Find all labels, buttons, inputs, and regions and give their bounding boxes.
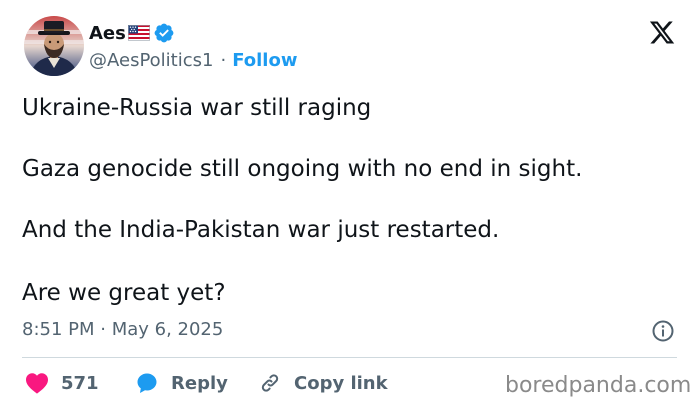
follow-button[interactable]: Follow	[232, 50, 297, 71]
reply-bubble-icon	[137, 373, 157, 393]
like-button[interactable]: 571	[25, 369, 99, 397]
author-name-row: Aes	[89, 20, 175, 46]
verified-badge-icon[interactable]	[153, 22, 175, 44]
info-icon[interactable]	[651, 319, 675, 343]
heart-icon	[26, 373, 48, 394]
us-flag-icon	[127, 25, 150, 41]
avatar[interactable]	[24, 16, 84, 76]
watermark: boredpanda.com	[505, 373, 692, 398]
tweet-text-line-3: And the India-Pakistan war just restarte…	[22, 217, 500, 243]
tweet-timestamp[interactable]: 8:51 PM · May 6, 2025	[22, 316, 223, 344]
copy-link-label: Copy link	[294, 372, 388, 394]
avatar-image	[24, 16, 84, 76]
x-logo-icon[interactable]	[648, 19, 676, 46]
reply-button[interactable]: Reply	[135, 369, 228, 397]
handle-separator: ·	[220, 49, 227, 71]
link-icon	[261, 374, 279, 392]
tweet-text-line-4: Are we great yet?	[22, 280, 226, 306]
author-display-name[interactable]: Aes	[89, 23, 126, 44]
divider	[22, 357, 677, 358]
author-handle-row: @AesPolitics1 · Follow	[89, 48, 297, 72]
copy-link-button[interactable]: Copy link	[258, 369, 388, 397]
tweet-text-line-2: Gaza genocide still ongoing with no end …	[22, 156, 583, 182]
like-count: 571	[61, 372, 99, 394]
tweet-text-line-1: Ukraine-Russia war still raging	[22, 95, 372, 121]
reply-label: Reply	[171, 372, 228, 394]
author-handle[interactable]: @AesPolitics1	[89, 50, 213, 71]
